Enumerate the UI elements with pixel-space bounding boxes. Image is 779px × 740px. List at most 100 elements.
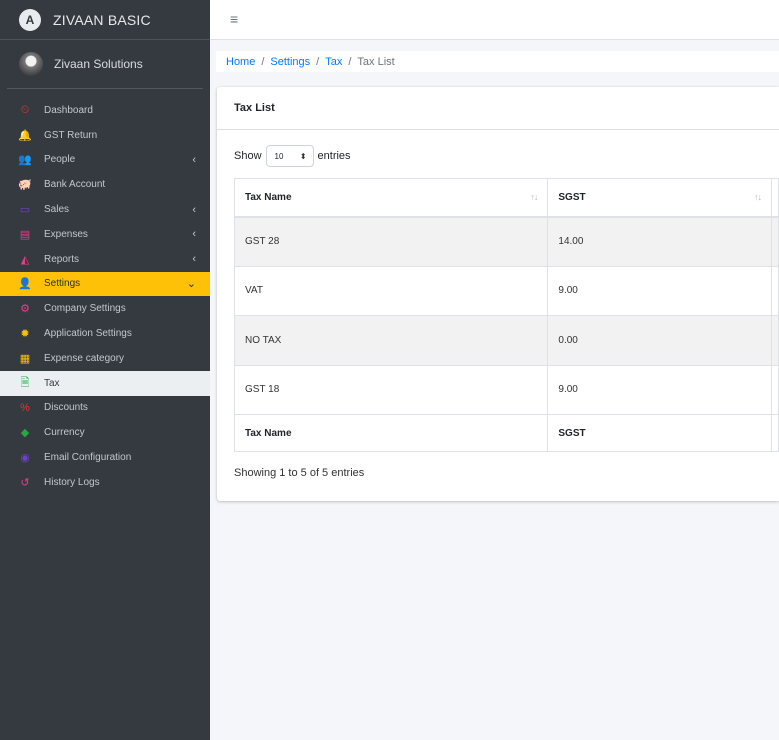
sun-gear-icon: ✹ bbox=[20, 328, 30, 341]
sidebar-nav: ⏲ Dashboard 🔔 GST Return 👥 People ‹ 🐖 Bank Accou… bbox=[0, 98, 210, 495]
dashboard-icon: ⏲ bbox=[20, 103, 30, 116]
sidebar-item-currency[interactable]: ◆ Currency bbox=[0, 420, 210, 445]
footer-tax-name: Tax Name bbox=[233, 414, 549, 452]
cell-sgst: 0.00 bbox=[547, 315, 772, 366]
sidebar-item-expenses[interactable]: ▤ Expenses ‹ bbox=[0, 222, 210, 247]
breadcrumb: Home / Settings / Tax / Tax List bbox=[216, 51, 779, 72]
breadcrumb-tax-link[interactable]: Tax bbox=[325, 56, 342, 68]
cell-tax-name: VAT bbox=[233, 265, 549, 316]
column-header-partial[interactable] bbox=[770, 178, 779, 218]
sidebar-item-label: Sales bbox=[44, 204, 70, 216]
breadcrumb-settings-link[interactable]: Settings bbox=[270, 56, 310, 68]
sidebar-item-dashboard[interactable]: ⏲ Dashboard bbox=[0, 98, 210, 123]
sidebar-item-label: Tax bbox=[44, 377, 60, 389]
brand-link[interactable]: A ZIVAAN BASIC bbox=[0, 0, 210, 40]
entries-select[interactable]: 10 ⬍ bbox=[265, 145, 314, 167]
users-cog-icon: 👤 bbox=[18, 278, 32, 291]
column-header-tax-name[interactable]: Tax Name ↑↓ bbox=[233, 178, 549, 218]
sidebar-item-gst-return[interactable]: 🔔 GST Return bbox=[0, 123, 210, 148]
cell-tax-name: NO TAX bbox=[233, 315, 549, 366]
cell-partial bbox=[770, 216, 779, 267]
sidebar-item-bank-account[interactable]: 🐖 Bank Account bbox=[0, 172, 210, 197]
user-panel[interactable]: Zivaan Solutions bbox=[7, 40, 203, 89]
sidebar-item-label: Expenses bbox=[44, 228, 88, 240]
sidebar-item-label: GST Return bbox=[44, 129, 98, 141]
sidebar-item-label: Currency bbox=[44, 427, 85, 439]
table-row[interactable]: GST 28 14.00 bbox=[233, 216, 779, 267]
table-row[interactable]: GST 18 9.00 bbox=[233, 364, 779, 415]
breadcrumb-current: Tax List bbox=[357, 55, 395, 68]
sidebar-item-email-configuration[interactable]: ◉ Email Configuration bbox=[0, 445, 210, 470]
breadcrumb-separator: / bbox=[261, 55, 265, 68]
brand-name: ZIVAAN BASIC bbox=[53, 11, 151, 28]
sidebar-item-reports[interactable]: ◭ Reports ‹ bbox=[0, 247, 210, 272]
chevron-left-icon: ‹ bbox=[192, 203, 196, 216]
cell-sgst: 14.00 bbox=[547, 216, 772, 267]
card-title: Tax List bbox=[217, 87, 779, 130]
sidebar-item-label: Company Settings bbox=[44, 303, 126, 315]
sidebar-item-expense-category[interactable]: ▦ Expense category bbox=[0, 346, 210, 371]
cell-sgst: 9.00 bbox=[547, 364, 772, 415]
sidebar-item-label: Application Settings bbox=[44, 328, 132, 340]
sort-icon: ↑↓ bbox=[530, 192, 538, 202]
store-icon: ▭ bbox=[19, 204, 31, 217]
sidebar-item-application-settings[interactable]: ✹ Application Settings bbox=[0, 321, 210, 346]
bell-icon: 🔔 bbox=[18, 129, 32, 142]
entries-select-value: 10 bbox=[274, 151, 284, 161]
column-header-sgst[interactable]: SGST ↑↓ bbox=[547, 178, 772, 218]
tax-table: Tax Name ↑↓ SGST ↑↓ GST 28 14.00 VAT 9.00 NO… bbox=[233, 178, 779, 452]
percent-icon: % bbox=[20, 401, 30, 414]
sidebar-item-label: Email Configuration bbox=[44, 452, 132, 464]
topbar: ≡ bbox=[210, 0, 779, 40]
sort-icon: ↑↓ bbox=[753, 192, 762, 202]
table-info: Showing 1 to 5 of 5 entries bbox=[234, 467, 365, 479]
brand-logo: A bbox=[19, 8, 41, 31]
table-row[interactable]: VAT 9.00 bbox=[233, 265, 779, 316]
file-invoice-icon: 🗎 bbox=[20, 376, 30, 389]
sidebar-item-history-logs[interactable]: ↺ History Logs bbox=[0, 470, 210, 495]
column-header-label: Tax Name bbox=[245, 191, 292, 203]
cell-sgst: 9.00 bbox=[547, 265, 772, 316]
sidebar-item-label: Dashboard bbox=[44, 104, 93, 116]
chevron-left-icon: ‹ bbox=[192, 153, 196, 166]
piggy-bank-icon: 🐖 bbox=[18, 179, 32, 192]
chevron-down-icon: ⌄ bbox=[186, 278, 196, 291]
sidebar-item-people[interactable]: 👥 People ‹ bbox=[0, 148, 210, 173]
sidebar-item-label: Expense category bbox=[44, 352, 125, 364]
cogs-icon: ⚙ bbox=[20, 303, 30, 316]
table-row[interactable]: NO TAX 0.00 bbox=[233, 315, 779, 366]
avatar bbox=[19, 52, 43, 76]
tax-list-card: Tax List Show 10 ⬍ entries Tax Name ↑↓ S… bbox=[217, 87, 779, 501]
show-label: Show bbox=[234, 150, 262, 162]
breadcrumb-separator: / bbox=[316, 55, 320, 68]
sidebar-item-label: Settings bbox=[44, 278, 81, 290]
menu-toggle-icon[interactable]: ≡ bbox=[230, 11, 238, 27]
cell-tax-name: GST 28 bbox=[233, 216, 549, 267]
chevron-left-icon: ‹ bbox=[192, 228, 196, 241]
sidebar-item-settings[interactable]: 👤 Settings ⌄ bbox=[0, 271, 210, 297]
cell-tax-name: GST 18 bbox=[233, 364, 549, 415]
sidebar-item-label: Reports bbox=[44, 253, 80, 265]
user-name: Zivaan Solutions bbox=[54, 57, 143, 71]
users-icon: 👥 bbox=[18, 154, 32, 167]
sidebar-item-tax[interactable]: 🗎 Tax bbox=[0, 370, 210, 396]
cell-partial bbox=[770, 265, 779, 316]
sidebar-item-label: Discounts bbox=[44, 402, 88, 414]
cell-partial bbox=[770, 315, 779, 366]
footer-sgst: SGST bbox=[547, 414, 772, 452]
money-check-icon: ▤ bbox=[19, 228, 31, 241]
sidebar-item-company-settings[interactable]: ⚙ Company Settings bbox=[0, 296, 210, 321]
ethereum-icon: ◆ bbox=[20, 427, 30, 440]
select-arrows-icon: ⬍ bbox=[299, 151, 307, 161]
breadcrumb-home-link[interactable]: Home bbox=[226, 56, 255, 68]
list-icon: ▦ bbox=[19, 352, 31, 365]
sidebar-item-label: History Logs bbox=[44, 476, 100, 488]
sidebar-item-label: Bank Account bbox=[44, 179, 106, 191]
sidebar-item-sales[interactable]: ▭ Sales ‹ bbox=[0, 197, 210, 222]
at-icon: ◉ bbox=[20, 452, 30, 465]
sidebar-item-discounts[interactable]: % Discounts bbox=[0, 396, 210, 421]
footer-partial bbox=[770, 414, 779, 452]
sidebar: A ZIVAAN BASIC Zivaan Solutions ⏲ Dashboa… bbox=[0, 0, 210, 740]
table-footer-row: Tax Name SGST bbox=[233, 414, 779, 452]
entries-label: entries bbox=[317, 150, 351, 162]
